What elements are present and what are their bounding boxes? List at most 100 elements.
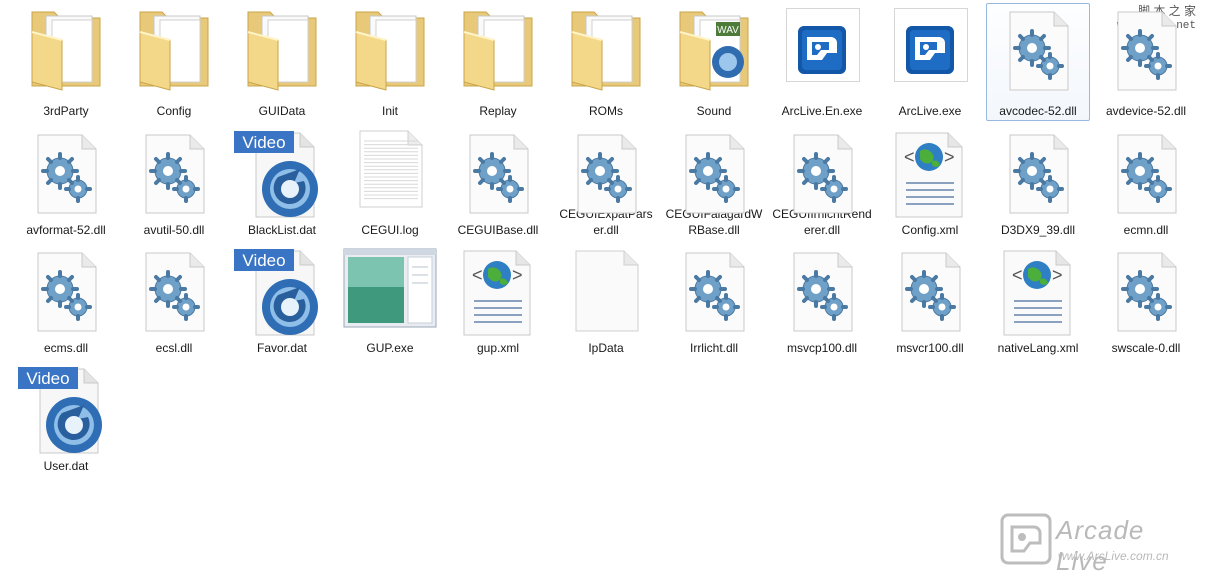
file-item[interactable]: Video Favor.dat <box>230 244 334 357</box>
file-name-label: Irrlicht.dll <box>689 341 738 355</box>
file-item[interactable]: CEGUIIrrlichtRenderer.dll <box>770 126 874 239</box>
file-item[interactable]: Video User.dat <box>14 362 118 475</box>
file-name-label: BlackList.dat <box>247 223 317 237</box>
file-name-label: ecmn.dll <box>1123 223 1169 237</box>
dll-icon <box>126 245 222 337</box>
svg-text:<: < <box>472 265 483 285</box>
file-name-label: nativeLang.xml <box>997 341 1079 355</box>
watermark-title: Arcade Live <box>1056 515 1145 576</box>
file-item[interactable]: avformat-52.dll <box>14 126 118 239</box>
file-item[interactable]: CEGUIFalagardWRBase.dll <box>662 126 766 239</box>
file-name-label: Sound <box>696 104 732 118</box>
dll-icon <box>18 245 114 337</box>
file-item[interactable]: Init <box>338 3 442 121</box>
file-item[interactable]: ROMs <box>554 3 658 121</box>
watermark-url: www.ArcLive.com.cn <box>1058 549 1169 563</box>
xml-file-icon: < > <box>450 245 546 337</box>
dll-icon <box>990 127 1086 219</box>
file-item[interactable]: IpData <box>554 244 658 357</box>
arcade-live-watermark: Arcade Live www.ArcLive.com.cn <box>1000 507 1200 576</box>
file-item[interactable]: GUIData <box>230 3 334 121</box>
file-name-label: swscale-0.dll <box>1111 341 1181 355</box>
file-item[interactable]: < > Config.xml <box>878 126 982 239</box>
file-name-label: ArcLive.En.exe <box>781 104 863 118</box>
svg-text:>: > <box>1052 265 1063 285</box>
svg-text:<: < <box>1012 265 1023 285</box>
arclive-app-icon <box>774 4 870 100</box>
arcade-live-logo-icon <box>1000 513 1052 565</box>
dll-icon <box>666 127 762 214</box>
file-name-label: msvcp100.dll <box>786 341 858 355</box>
file-name-label: 3rdParty <box>43 104 89 118</box>
file-name-label: CEGUI.log <box>361 223 419 237</box>
file-item[interactable]: CEGUIExpatParser.dll <box>554 126 658 239</box>
file-name-label: Replay <box>479 104 517 118</box>
app-window-icon <box>342 245 438 337</box>
file-item[interactable]: Video BlackList.dat <box>230 126 334 239</box>
file-name-label: avutil-50.dll <box>143 223 205 237</box>
arclive-app-icon <box>882 4 978 100</box>
file-name-label: GUP.exe <box>366 341 414 355</box>
file-name-label: Config.xml <box>901 223 959 237</box>
dll-icon <box>774 245 870 337</box>
file-item[interactable]: msvcp100.dll <box>770 244 874 357</box>
file-item[interactable]: WAV Sound <box>662 3 766 121</box>
svg-text:Video: Video <box>26 369 69 388</box>
svg-text:<: < <box>904 147 915 167</box>
dll-icon <box>126 127 222 219</box>
file-item[interactable]: 3rdParty <box>14 3 118 121</box>
file-name-label: CEGUIBase.dll <box>457 223 539 237</box>
folder-icon <box>342 4 438 100</box>
file-name-label: avdevice-52.dll <box>1105 104 1187 118</box>
folder-icon <box>126 4 222 100</box>
file-item[interactable]: ArcLive.exe <box>878 3 982 121</box>
file-name-label: ecms.dll <box>43 341 88 355</box>
file-item[interactable]: Config <box>122 3 226 121</box>
dll-icon <box>1098 4 1194 100</box>
file-name-label: msvcr100.dll <box>896 341 964 355</box>
file-item[interactable]: CEGUI.log <box>338 126 442 239</box>
svg-text:>: > <box>512 265 523 285</box>
file-item[interactable]: ecms.dll <box>14 244 118 357</box>
file-name-label: Favor.dat <box>256 341 308 355</box>
dll-icon <box>774 127 870 214</box>
folder-icon <box>18 4 114 100</box>
xml-file-icon: < > <box>882 127 978 219</box>
file-item[interactable]: < > nativeLang.xml <box>986 244 1090 357</box>
file-item[interactable]: Replay <box>446 3 550 121</box>
file-item[interactable]: < > gup.xml <box>446 244 550 357</box>
file-item[interactable]: GUP.exe <box>338 244 442 357</box>
dll-icon <box>450 127 546 219</box>
file-item[interactable]: swscale-0.dll <box>1094 244 1198 357</box>
file-item[interactable]: ArcLive.En.exe <box>770 3 874 121</box>
file-name-label: IpData <box>588 341 624 355</box>
svg-text:Video: Video <box>242 133 285 152</box>
video-file-icon: Video <box>18 363 114 455</box>
file-item[interactable]: ecmn.dll <box>1094 126 1198 239</box>
file-name-label: D3DX9_39.dll <box>1000 223 1076 237</box>
file-name-label: GUIData <box>258 104 306 118</box>
file-item[interactable]: D3DX9_39.dll <box>986 126 1090 239</box>
file-name-label: Config <box>156 104 192 118</box>
dll-icon <box>1098 127 1194 219</box>
folder-icon <box>558 4 654 100</box>
file-grid: 3rdParty Config GUIData Init Replay ROMs… <box>14 3 1202 475</box>
dll-icon <box>558 127 654 214</box>
file-item[interactable]: avutil-50.dll <box>122 126 226 239</box>
file-name-label: Init <box>381 104 398 118</box>
file-name-label: ArcLive.exe <box>898 104 962 118</box>
text-file-icon <box>342 127 438 219</box>
file-item[interactable]: avdevice-52.dll <box>1094 3 1198 121</box>
file-name-label: ROMs <box>589 104 623 118</box>
file-item[interactable]: msvcr100.dll <box>878 244 982 357</box>
file-item[interactable]: CEGUIBase.dll <box>446 126 550 239</box>
file-name-label: User.dat <box>43 459 89 473</box>
video-file-icon: Video <box>234 245 330 337</box>
file-item[interactable]: Irrlicht.dll <box>662 244 766 357</box>
file-item[interactable]: avcodec-52.dll <box>986 3 1090 121</box>
dll-icon <box>666 245 762 337</box>
file-name-label: avcodec-52.dll <box>999 104 1077 118</box>
folder-icon <box>450 4 546 100</box>
file-item[interactable]: ecsl.dll <box>122 244 226 357</box>
folder-icon <box>234 4 330 100</box>
